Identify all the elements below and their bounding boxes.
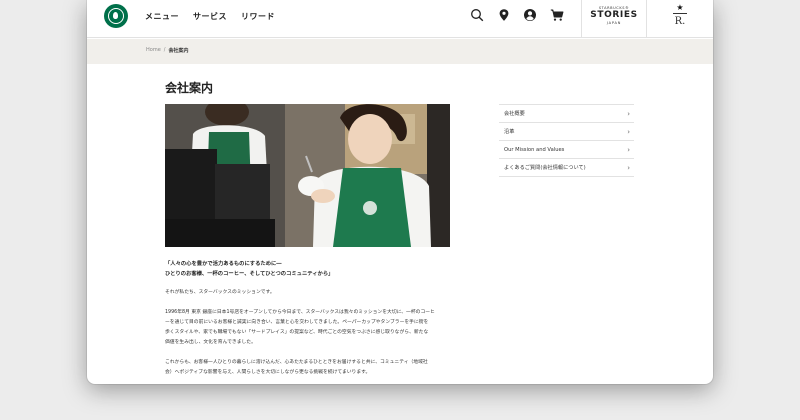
search-icon[interactable] [470, 8, 484, 22]
paragraph-line: これからも、お客様一人ひとりの暮らしに溶け込んだ、心あたたまるひとときをお届けす… [165, 360, 428, 365]
stories-region: JAPAN [606, 21, 622, 25]
paragraph-line: ーを通じて目の前にいるお客様と誠実に向き合い、言葉と心を交わしてきました。ペーパ… [165, 320, 429, 325]
nav-menu[interactable]: メニュー [145, 11, 179, 22]
sidebar-item-label: 沿革 [504, 129, 515, 135]
chevron-right-icon: › [627, 127, 630, 136]
account-icon[interactable] [523, 8, 537, 22]
paragraph-future: これからも、お客様一人ひとりの暮らしに溶け込んだ、心あたたまるひとときをお届けす… [165, 358, 480, 378]
paragraph-mission: それが私たち、スターバックスのミッションです。 [165, 288, 480, 298]
starbucks-logo[interactable] [104, 4, 128, 28]
location-pin-icon[interactable] [497, 8, 511, 22]
sidebar-item-mission-values[interactable]: Our Mission and Values › [499, 141, 634, 159]
sidebar-item-label: 会社概要 [504, 111, 525, 117]
main-nav: メニュー サービス リワード [145, 11, 275, 22]
mission-lede-line: 「人々の心を豊かで活力あるものにするために― [165, 261, 282, 267]
breadcrumb-bar: Home / 会社案内 [87, 39, 713, 64]
paragraph-line: 1996年8月 東京 銀座に日本1号店をオープンしてから今日まで、スターバックス… [165, 310, 435, 315]
sidebar-item-faq[interactable]: よくあるご質問(会社情報について) › [499, 159, 634, 177]
breadcrumb-separator: / [163, 47, 166, 53]
mission-lede: 「人々の心を豊かで活力あるものにするために― ひとりのお客様、一杯のコーヒー、そ… [165, 259, 333, 279]
barista-photo [165, 104, 450, 247]
stories-link[interactable]: STARBUCKS® STORIES JAPAN [581, 0, 647, 38]
sidebar-item-company-overview[interactable]: 会社概要 › [499, 105, 634, 123]
sidebar-item-label: よくあるご質問(会社情報について) [504, 165, 586, 171]
chevron-right-icon: › [627, 109, 630, 118]
siren-icon [108, 8, 124, 24]
paragraph-line: それが私たち、スターバックスのミッションです。 [165, 290, 275, 295]
reserve-divider [673, 13, 687, 14]
breadcrumb-home[interactable]: Home [146, 47, 161, 54]
star-icon: ★ [676, 3, 684, 12]
sidebar-item-history[interactable]: 沿革 › [499, 123, 634, 141]
reserve-mark: R. [674, 16, 686, 27]
nav-service[interactable]: サービス [193, 11, 227, 22]
paragraph-line: 歩くスタイルや、家でも職場でもない「サードプレイス」の提案など、時代ごとの空気を… [165, 330, 429, 335]
breadcrumb-current: 会社案内 [168, 48, 189, 54]
chevron-right-icon: › [627, 163, 630, 172]
barista-illustration [165, 104, 450, 247]
company-sidebar: 会社概要 › 沿革 › Our Mission and Values › よくあ… [499, 104, 634, 177]
site-header: メニュー サービス リワード STARBUCKS® STORIES JAPAN [87, 0, 713, 38]
mission-lede-line: ひとりのお客様、一杯のコーヒー、そしてひとつのコミュニティから」 [165, 271, 334, 277]
browser-window: メニュー サービス リワード STARBUCKS® STORIES JAPAN [87, 0, 713, 384]
chevron-right-icon: › [627, 145, 630, 154]
stories-title: STORIES [590, 10, 638, 20]
sidebar-item-label: Our Mission and Values [504, 146, 565, 153]
reserve-link[interactable]: ★ R. [667, 3, 693, 33]
paragraph-history: 1996年8月 東京 銀座に日本1号店をオープンしてから今日まで、スターバックス… [165, 308, 480, 348]
breadcrumb: Home / 会社案内 [146, 47, 188, 54]
page-title: 会社案内 [165, 81, 214, 95]
paragraph-line: 会）へポジティブな影響を与え、人間らしさを大切にしながら更なる挑戦を続けてまいり… [165, 370, 371, 375]
nav-rewards[interactable]: リワード [241, 11, 275, 22]
cart-icon[interactable] [550, 8, 564, 22]
paragraph-line: 価値を生み出し、文化を育んできました。 [165, 340, 256, 345]
